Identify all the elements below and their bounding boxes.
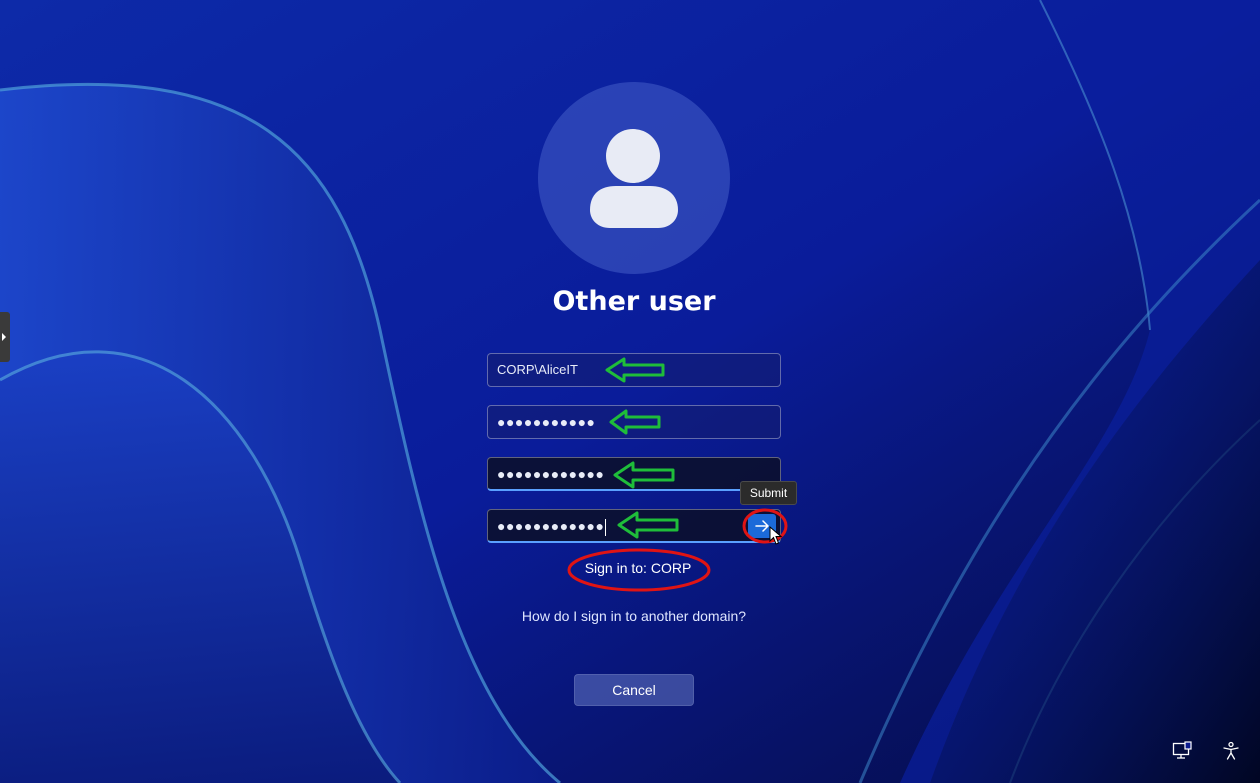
red-ellipse-annotation-icon xyxy=(567,548,711,592)
left-edge-tab[interactable] xyxy=(0,312,10,362)
other-domain-link[interactable]: How do I sign in to another domain? xyxy=(480,608,788,624)
mouse-cursor-icon xyxy=(769,526,783,545)
username-value: CORP\AliceIT xyxy=(497,362,578,377)
cancel-button[interactable]: Cancel xyxy=(574,674,694,706)
green-arrow-annotation-icon xyxy=(613,461,675,489)
chevron-right-icon xyxy=(2,333,6,341)
submit-tooltip: Submit xyxy=(740,481,797,505)
text-caret xyxy=(605,519,607,537)
confirm-password-mask: ●●●●●●●●●●●● xyxy=(497,518,605,534)
password-mask: ●●●●●●●●●●● xyxy=(497,414,596,430)
network-icon[interactable] xyxy=(1172,741,1192,761)
user-title: Other user xyxy=(552,286,716,317)
new-password-mask: ●●●●●●●●●●●● xyxy=(497,466,605,482)
green-arrow-annotation-icon xyxy=(609,409,661,435)
green-arrow-annotation-icon xyxy=(617,511,679,539)
user-avatar-icon xyxy=(590,129,678,228)
user-avatar xyxy=(538,82,730,274)
lock-screen: Other user CORP\AliceIT ●●●●●●●●●●● ●●●●… xyxy=(0,0,1260,783)
green-arrow-annotation-icon xyxy=(605,357,665,383)
accessibility-icon[interactable] xyxy=(1221,741,1241,761)
